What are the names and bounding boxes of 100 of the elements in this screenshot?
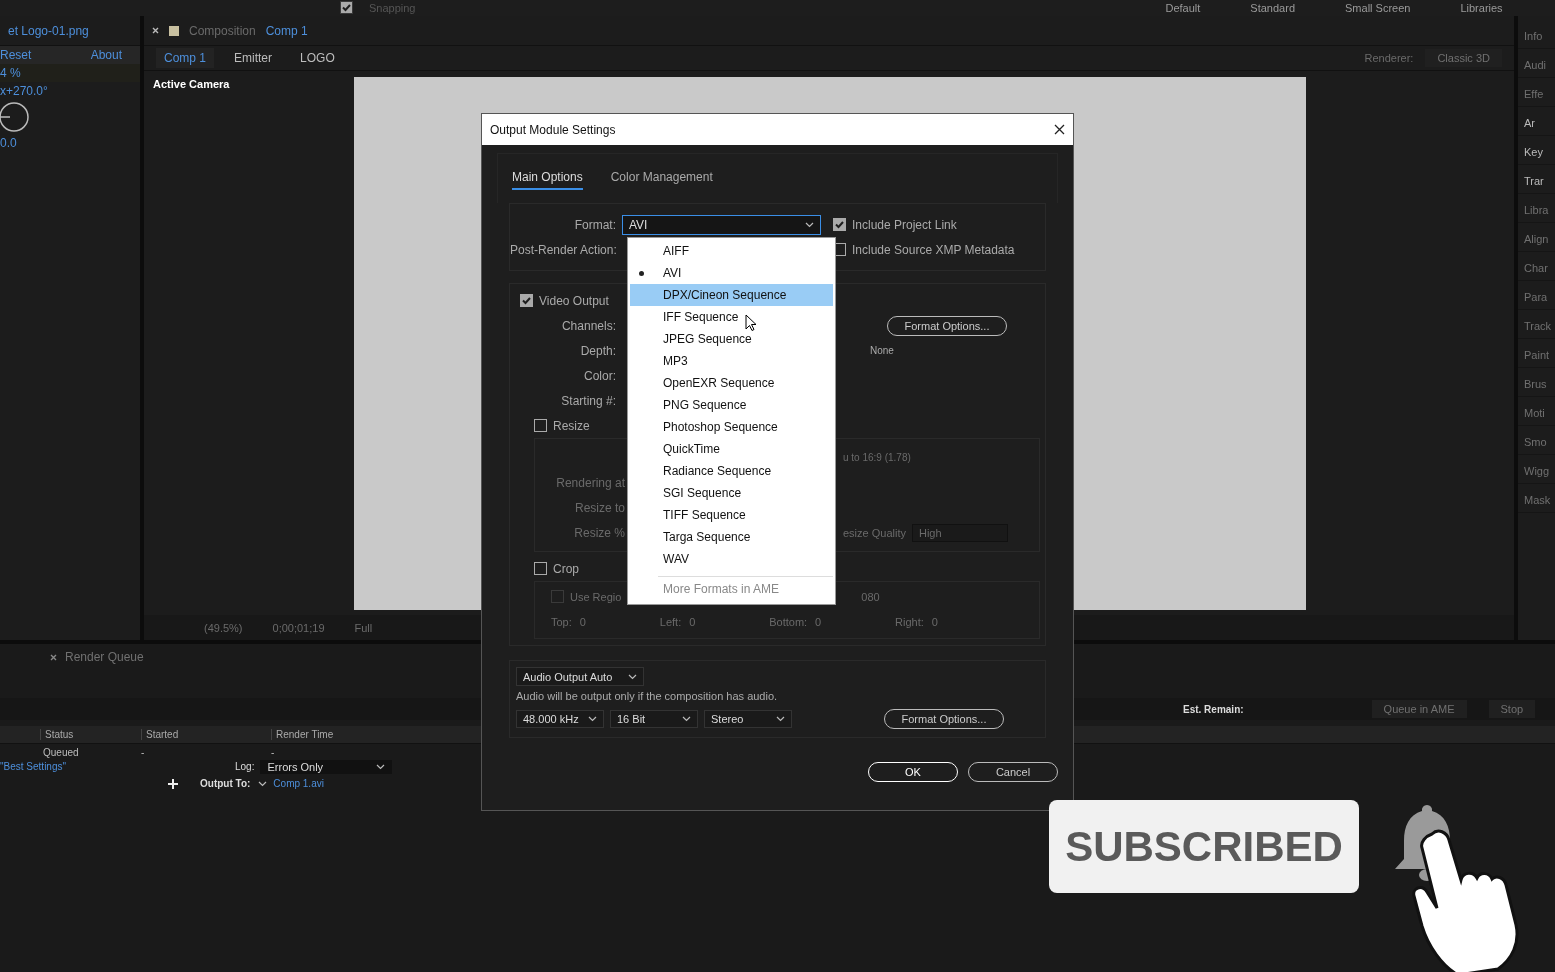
checkbox[interactable] [534,419,547,432]
menu-item[interactable]: OpenEXR Sequence [630,372,833,394]
effect-value[interactable]: 4 % [0,66,21,80]
column-header[interactable]: Started [141,729,271,740]
effect-value[interactable]: x+270.0° [0,84,48,98]
log-dropdown[interactable]: Errors Only [260,759,393,774]
panel-tab[interactable]: Paint [1518,343,1555,368]
renderer-button[interactable]: Classic 3D [1425,49,1502,67]
stop-button[interactable]: Stop [1488,700,1536,718]
composition-swatch-icon [169,25,179,36]
workspace-tab[interactable]: Default [1165,3,1201,14]
timecode[interactable]: 0;00;01;19 [272,621,325,634]
channels-dropdown[interactable]: Stereo [704,709,792,728]
aspect-text: u to 16:9 (1.78) [843,452,911,463]
menu-item[interactable]: DPX/Cineon Sequence [630,284,833,306]
panel-tab[interactable]: Char [1518,256,1555,281]
panel-tab[interactable]: Track [1518,314,1555,339]
menu-item[interactable]: AVI [630,262,833,284]
render-queue-tab[interactable]: Render Queue [65,650,144,664]
audio-output-dropdown[interactable]: Audio Output Auto [516,667,644,686]
caret-icon [376,763,386,770]
workspace-tab[interactable]: Standard [1250,3,1295,14]
panel-tab[interactable]: Wigg [1518,459,1555,484]
composition-tab[interactable]: Comp 1 [265,23,308,38]
crop-label: Crop [553,561,579,576]
menu-item[interactable]: JPEG Sequence [630,328,833,350]
close-icon[interactable] [1054,124,1065,135]
panel-tab[interactable]: Brus [1518,372,1555,397]
plus-icon[interactable] [168,778,178,789]
breadcrumb[interactable]: Comp 1 [156,48,215,68]
workspace-tab[interactable]: Libraries [1460,3,1503,14]
panel-tab-label: Composition [189,23,256,38]
render-time-cell-text: - [271,747,276,758]
menu-item[interactable]: SGI Sequence [630,482,833,504]
renderer-label: Renderer: [1364,52,1414,64]
output-to-label: Output To: [200,778,251,789]
crop-side-value: 0 [815,615,823,628]
panel-tab[interactable]: et Logo-01.png [8,23,89,38]
column-header[interactable]: Render Time [271,729,397,740]
breadcrumb[interactable]: Emitter [226,48,281,68]
panel-tab[interactable]: Smo [1518,430,1555,455]
zoom-level[interactable]: (49.5%) [204,621,243,634]
menu-item[interactable]: QuickTime [630,438,833,460]
view-label: Active Camera [153,78,230,90]
crop-side-value: 0 [579,615,587,628]
output-file-link[interactable]: Comp 1.avi [273,778,324,789]
started-cell-text: - [141,747,146,758]
angle-dial-icon[interactable] [0,100,30,134]
menu-item[interactable]: PNG Sequence [630,394,833,416]
compression-value: None [870,345,894,356]
checkbox[interactable] [340,1,353,14]
dialog-tab[interactable]: Color Management [610,170,713,190]
crop-side-label: Bottom: [769,615,808,628]
bit-depth-dropdown[interactable]: 16 Bit [610,709,698,728]
checkbox[interactable] [551,590,564,603]
panel-tab[interactable]: Info [1518,24,1555,49]
checkbox[interactable] [833,218,846,231]
crop-side-value: 0 [689,615,697,628]
workspace-tab[interactable]: Small Screen [1345,3,1411,14]
panel-tab[interactable]: Mask [1518,488,1555,513]
video-output-label: Video Output [539,293,609,308]
panel-tab[interactable]: Para [1518,285,1555,310]
tree-item[interactable]: Ar [1518,111,1555,136]
sample-rate-dropdown[interactable]: 48.000 kHz [516,709,604,728]
menu-item[interactable]: WAV [630,548,833,570]
about-link[interactable]: About [90,48,122,62]
panel-tab[interactable]: Effe [1518,82,1555,107]
render-settings-link[interactable]: "Best Settings" [0,761,235,772]
menu-item[interactable]: TIFF Sequence [630,504,833,526]
menu-item[interactable]: IFF Sequence [630,306,833,328]
checkbox[interactable] [534,562,547,575]
menu-item[interactable]: Photoshop Sequence [630,416,833,438]
menu-item[interactable]: Radiance Sequence [630,460,833,482]
column-header[interactable]: Status [40,729,141,740]
panel-tab[interactable]: Audi [1518,53,1555,78]
panel-tab[interactable]: Moti [1518,401,1555,426]
subscribed-label: SUBSCRIBED [1065,822,1343,871]
breadcrumb[interactable]: LOGO [292,48,343,68]
resolution[interactable]: Full [354,621,373,634]
checkbox[interactable] [520,294,533,307]
est-remain-label: Est. Remain: [1183,703,1244,715]
close-icon[interactable] [152,27,159,34]
reset-link[interactable]: Reset [0,48,32,62]
menu-item[interactable]: AIFF [630,240,833,262]
menu-item[interactable]: MP3 [630,350,833,372]
resize-quality-dropdown[interactable]: High [912,523,1008,542]
tree-item[interactable]: Key [1518,140,1555,165]
dialog-title: Output Module Settings [490,122,616,137]
option-label: Include Source XMP Metadata [852,242,1015,257]
queue-in-ame-button[interactable]: Queue in AME [1371,700,1467,718]
panel-tab[interactable]: Libra [1518,198,1555,223]
caret-icon [588,715,597,722]
use-region-label: Use Regio [570,590,622,603]
dialog-tab[interactable]: Main Options [512,170,583,190]
format-dropdown[interactable]: AVI [622,214,821,235]
tree-item[interactable]: Trar [1518,169,1555,194]
region-value: 080 [861,590,880,603]
panel-tab[interactable]: Align [1518,227,1555,252]
menu-item[interactable]: Targa Sequence [630,526,833,548]
effect-value[interactable]: 0.0 [0,136,17,150]
